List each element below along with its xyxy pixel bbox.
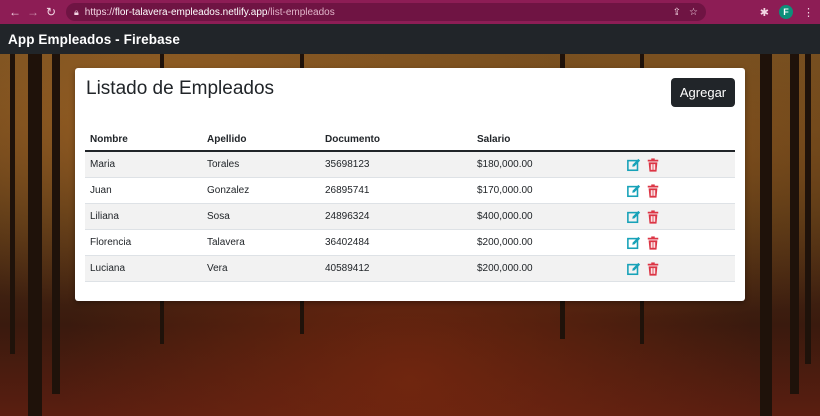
- edit-icon[interactable]: [627, 262, 641, 276]
- table-row: Juan Gonzalez 26895741 $170,000.00: [85, 177, 735, 204]
- tree-trunk: [805, 54, 811, 364]
- add-button[interactable]: Agregar: [671, 78, 735, 107]
- navbar-brand[interactable]: App Empleados - Firebase: [8, 32, 180, 47]
- tree-trunk: [28, 54, 42, 416]
- table-header-row: Nombre Apellido Documento Salario: [85, 128, 735, 152]
- cell-apellido: Gonzalez: [202, 177, 320, 204]
- cell-documento: 36402484: [320, 229, 472, 256]
- cell-documento: 26895741: [320, 177, 472, 204]
- share-icon[interactable]: ⇪: [673, 7, 681, 18]
- cell-actions: [620, 177, 735, 204]
- tree-trunk: [52, 54, 60, 394]
- tree-trunk: [760, 54, 772, 416]
- cell-actions: [620, 151, 735, 178]
- page-title: Listado de Empleados: [86, 78, 275, 99]
- cell-apellido: Talavera: [202, 229, 320, 256]
- cell-apellido: Sosa: [202, 203, 320, 230]
- url-path: /list-empleados: [267, 6, 335, 18]
- cell-nombre: Luciana: [85, 255, 202, 282]
- cell-salario: $200,000.00: [472, 229, 620, 256]
- cell-salario: $180,000.00: [472, 151, 620, 178]
- reload-icon[interactable]: ↻: [42, 5, 60, 19]
- cell-actions: [620, 255, 735, 282]
- forward-icon[interactable]: →: [24, 5, 42, 19]
- trash-icon[interactable]: [646, 183, 660, 198]
- cell-apellido: Vera: [202, 255, 320, 282]
- url-scheme: https://: [84, 6, 115, 18]
- header-salario: Salario: [472, 128, 620, 152]
- profile-avatar[interactable]: F: [779, 5, 793, 19]
- cell-documento: 24896324: [320, 203, 472, 230]
- cell-salario: $170,000.00: [472, 177, 620, 204]
- cell-nombre: Florencia: [85, 229, 202, 256]
- cell-nombre: Liliana: [85, 203, 202, 230]
- trash-icon[interactable]: [646, 209, 660, 224]
- cell-actions: [620, 229, 735, 256]
- edit-icon[interactable]: [627, 210, 641, 224]
- cell-salario: $400,000.00: [472, 203, 620, 230]
- cell-nombre: Maria: [85, 151, 202, 178]
- table-row: Florencia Talavera 36402484 $200,000.00: [85, 229, 735, 256]
- header-nombre: Nombre: [85, 128, 202, 152]
- employees-table: Nombre Apellido Documento Salario Maria …: [85, 128, 735, 282]
- edit-icon[interactable]: [627, 236, 641, 250]
- star-icon[interactable]: ☆: [689, 7, 698, 18]
- table-row: Luciana Vera 40589412 $200,000.00: [85, 255, 735, 282]
- cell-documento: 40589412: [320, 255, 472, 282]
- header-actions: [620, 128, 735, 152]
- lock-icon: 🔒︎: [74, 6, 79, 17]
- app-navbar: App Empleados - Firebase: [0, 24, 820, 54]
- cell-apellido: Torales: [202, 151, 320, 178]
- header-apellido: Apellido: [202, 128, 320, 152]
- back-icon[interactable]: ←: [6, 5, 24, 19]
- tree-trunk: [10, 54, 15, 354]
- tree-trunk: [790, 54, 799, 394]
- cell-salario: $200,000.00: [472, 255, 620, 282]
- cell-actions: [620, 203, 735, 230]
- trash-icon[interactable]: [646, 261, 660, 276]
- address-bar[interactable]: 🔒︎ https:// flor-talavera-empleados.netl…: [66, 3, 706, 21]
- header-documento: Documento: [320, 128, 472, 152]
- cell-documento: 35698123: [320, 151, 472, 178]
- url-host: flor-talavera-empleados.netlify.app: [114, 6, 268, 18]
- cell-nombre: Juan: [85, 177, 202, 204]
- table-row: Liliana Sosa 24896324 $400,000.00: [85, 203, 735, 230]
- edit-icon[interactable]: [627, 158, 641, 172]
- browser-chrome: ← → ↻ 🔒︎ https:// flor-talavera-empleado…: [0, 0, 820, 24]
- trash-icon[interactable]: [646, 235, 660, 250]
- trash-icon[interactable]: [646, 157, 660, 172]
- menu-icon[interactable]: ⋮: [803, 6, 814, 19]
- extensions-icon[interactable]: ✱: [760, 6, 769, 19]
- employees-card: Listado de Empleados Agregar Nombre Apel…: [75, 68, 745, 301]
- edit-icon[interactable]: [627, 184, 641, 198]
- table-row: Maria Torales 35698123 $180,000.00: [85, 151, 735, 178]
